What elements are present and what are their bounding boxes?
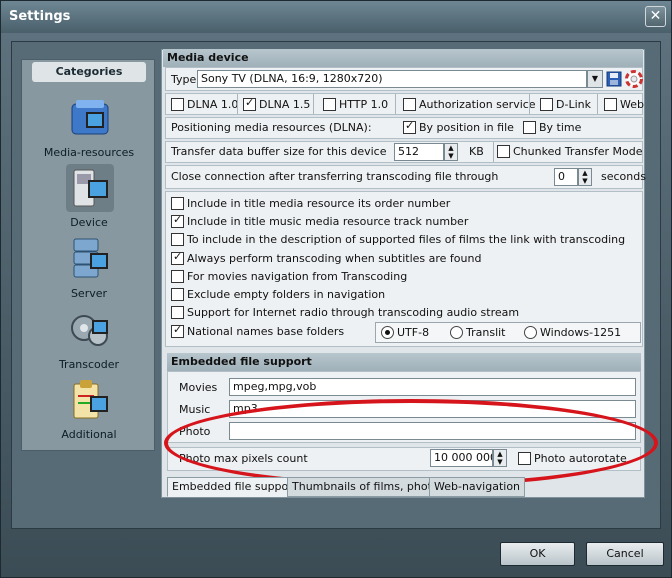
sidebar-item-label: Device xyxy=(70,216,108,229)
encoding-windows-1251-radio[interactable] xyxy=(524,326,537,339)
by-position-label: By position in file xyxy=(419,121,514,134)
encoding-utf8-radio[interactable] xyxy=(381,326,394,339)
device-type-select[interactable]: Sony TV (DLNA, 16:9, 1280x720) xyxy=(197,70,587,88)
by-time-checkbox[interactable] xyxy=(523,121,536,134)
separator xyxy=(597,94,598,114)
separator xyxy=(529,94,530,114)
buffer-size-stepper[interactable]: ▲ ▼ xyxy=(444,143,458,161)
sidebar-item-additional[interactable]: Additional xyxy=(22,376,156,446)
ok-button[interactable]: OK xyxy=(500,542,575,566)
chunked-transfer-label: Chunked Transfer Mode xyxy=(513,145,643,158)
close-connection-label: Close connection after transferring tran… xyxy=(171,170,499,183)
sidebar-item-label: Transcoder xyxy=(58,358,120,371)
sidebar-item-device[interactable]: Device xyxy=(22,164,156,234)
dlna-1-0-label: DLNA 1.0 xyxy=(187,98,239,111)
media-device-title: Media device xyxy=(163,49,643,67)
movies-label: Movies xyxy=(179,381,218,394)
separator xyxy=(493,142,494,162)
encoding-translit-radio[interactable] xyxy=(450,326,463,339)
option-order-number-checkbox[interactable] xyxy=(171,197,184,210)
annotation-ellipse xyxy=(164,399,658,487)
dlna-1-5-checkbox[interactable] xyxy=(243,96,256,111)
cancel-button[interactable]: Cancel xyxy=(586,542,664,566)
movies-extensions-input[interactable]: mpeg,mpg,vob xyxy=(229,378,636,396)
type-label: Type xyxy=(171,73,197,86)
option-label: National names base folders xyxy=(187,325,345,338)
tab-thumbnails[interactable]: Thumbnails of films, photos xyxy=(287,477,450,497)
separator xyxy=(395,94,396,114)
by-time-label: By time xyxy=(539,121,582,134)
save-icon[interactable] xyxy=(606,70,622,88)
option-label: Always perform transcoding when subtitle… xyxy=(187,252,482,265)
media-resources-icon xyxy=(71,100,109,135)
encoding-option-label: UTF-8 xyxy=(397,326,430,339)
d-link-label: D-Link xyxy=(556,98,591,111)
option-internet-radio-checkbox[interactable] xyxy=(171,306,184,319)
authorization-service-checkbox[interactable] xyxy=(403,98,416,111)
encoding-option-label: Windows-1251 xyxy=(540,326,622,339)
additional-icon xyxy=(73,380,108,419)
title-bar: Settings ✕ xyxy=(1,1,671,33)
buffer-size-input[interactable]: 512 xyxy=(394,143,444,161)
lifebuoy-icon[interactable] xyxy=(625,70,643,88)
settings-window: Settings ✕ Categories Media-resources De… xyxy=(0,0,672,578)
categories-header: Categories xyxy=(32,62,146,82)
chunked-transfer-checkbox[interactable] xyxy=(497,145,510,158)
option-label: For movies navigation from Transcoding xyxy=(187,270,408,283)
option-label: Include in title media resource its orde… xyxy=(187,197,451,210)
separator xyxy=(313,94,314,114)
transcoder-icon xyxy=(71,315,108,346)
option-movies-navigation-checkbox[interactable] xyxy=(171,270,184,283)
option-label: Include in title music media resource tr… xyxy=(187,215,469,228)
web-label: Web xyxy=(620,98,644,111)
http-1-0-checkbox[interactable] xyxy=(323,98,336,111)
tab-web-navigation[interactable]: Web-navigation xyxy=(429,477,526,497)
close-connection-stepper[interactable]: ▲ ▼ xyxy=(578,168,592,186)
option-subtitles-transcoding-checkbox[interactable] xyxy=(171,250,184,265)
sidebar-item-server[interactable]: Server xyxy=(22,235,156,305)
by-position-checkbox[interactable] xyxy=(403,119,416,134)
categories-sidebar: Categories Media-resources Device Server… xyxy=(21,59,155,451)
close-connection-input[interactable]: 0 xyxy=(554,168,578,186)
positioning-label: Positioning media resources (DLNA): xyxy=(171,121,372,134)
dlna-1-0-checkbox[interactable] xyxy=(171,98,184,111)
option-label: To include in the description of support… xyxy=(187,233,626,246)
separator xyxy=(237,94,238,114)
option-transcoding-link-checkbox[interactable] xyxy=(171,233,184,246)
sidebar-item-transcoder[interactable]: Transcoder xyxy=(22,306,156,376)
close-button[interactable]: ✕ xyxy=(645,6,666,27)
sidebar-item-media-resources[interactable]: Media-resources xyxy=(22,94,156,164)
dropdown-arrow-icon[interactable]: ▼ xyxy=(587,70,603,88)
option-national-names-checkbox[interactable] xyxy=(171,323,184,338)
music-label: Music xyxy=(179,403,211,416)
web-checkbox[interactable] xyxy=(604,98,617,111)
option-label: Exclude empty folders in navigation xyxy=(187,288,386,301)
server-icon xyxy=(73,238,108,278)
d-link-checkbox[interactable] xyxy=(540,98,553,111)
sidebar-item-label: Server xyxy=(70,287,108,300)
authorization-service-label: Authorization service xyxy=(419,98,536,111)
http-1-0-label: HTTP 1.0 xyxy=(339,98,389,111)
option-track-number-checkbox[interactable] xyxy=(171,213,184,228)
encoding-option-label: Translit xyxy=(466,326,506,339)
seconds-unit-label: seconds xyxy=(601,170,646,183)
window-title: Settings xyxy=(9,9,71,24)
dlna-1-5-label: DLNA 1.5 xyxy=(259,98,311,111)
option-label: Support for Internet radio through trans… xyxy=(187,306,520,319)
sidebar-item-label: Media-resources xyxy=(43,146,135,159)
sidebar-item-label: Additional xyxy=(61,428,117,441)
embedded-file-support-title: Embedded file support xyxy=(167,353,641,371)
option-exclude-empty-folders-checkbox[interactable] xyxy=(171,288,184,301)
buffer-unit-label: KB xyxy=(469,145,484,158)
tab-embedded-file-support[interactable]: Embedded file support xyxy=(167,477,303,497)
device-icon xyxy=(66,164,114,212)
buffer-size-label: Transfer data buffer size for this devic… xyxy=(171,145,387,158)
